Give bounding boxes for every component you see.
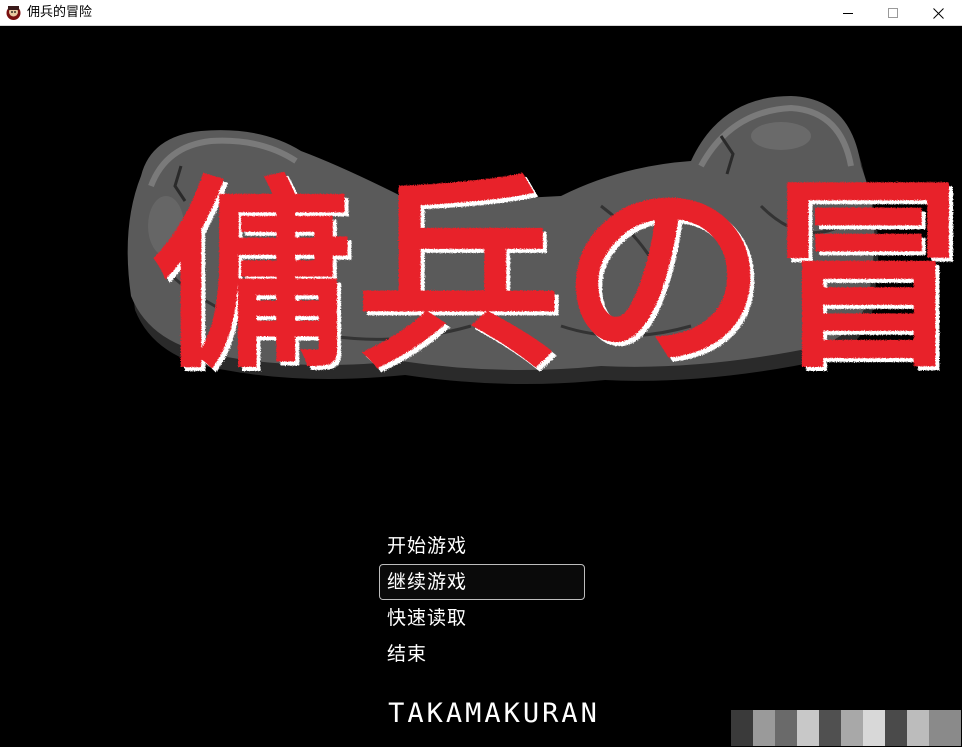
menu-item-continue[interactable]: 继续游戏 <box>379 564 585 600</box>
menu-item-new-game[interactable]: 开始游戏 <box>379 528 585 564</box>
minimize-button[interactable] <box>825 0 871 26</box>
menu-item-exit[interactable]: 结束 <box>379 636 585 672</box>
window-titlebar[interactable]: 佣兵的冒险 <box>0 0 962 26</box>
close-button[interactable] <box>915 0 961 26</box>
logo-title-text: 傭兵の冒険 傭兵の冒険 <box>151 157 961 401</box>
maximize-icon <box>888 8 898 18</box>
pixelated-watermark <box>731 710 961 746</box>
app-icon <box>6 6 21 20</box>
maximize-button[interactable] <box>870 0 916 26</box>
logo-title-glyphs: 傭兵の冒険 <box>151 157 961 397</box>
developer-credit: TAKAMAKURAN <box>388 698 600 729</box>
minimize-icon <box>843 13 853 14</box>
close-icon <box>932 7 944 19</box>
game-screen[interactable]: 傭兵の冒険 傭兵の冒険 开始游戏 继续游戏 快速读取 结束 TAKAMAKURA… <box>1 26 961 746</box>
title-menu: 开始游戏 继续游戏 快速读取 结束 <box>379 528 585 672</box>
window-title: 佣兵的冒险 <box>27 5 93 20</box>
menu-item-quick-load[interactable]: 快速读取 <box>379 600 585 636</box>
title-logo: 傭兵の冒険 傭兵の冒険 <box>127 96 961 401</box>
